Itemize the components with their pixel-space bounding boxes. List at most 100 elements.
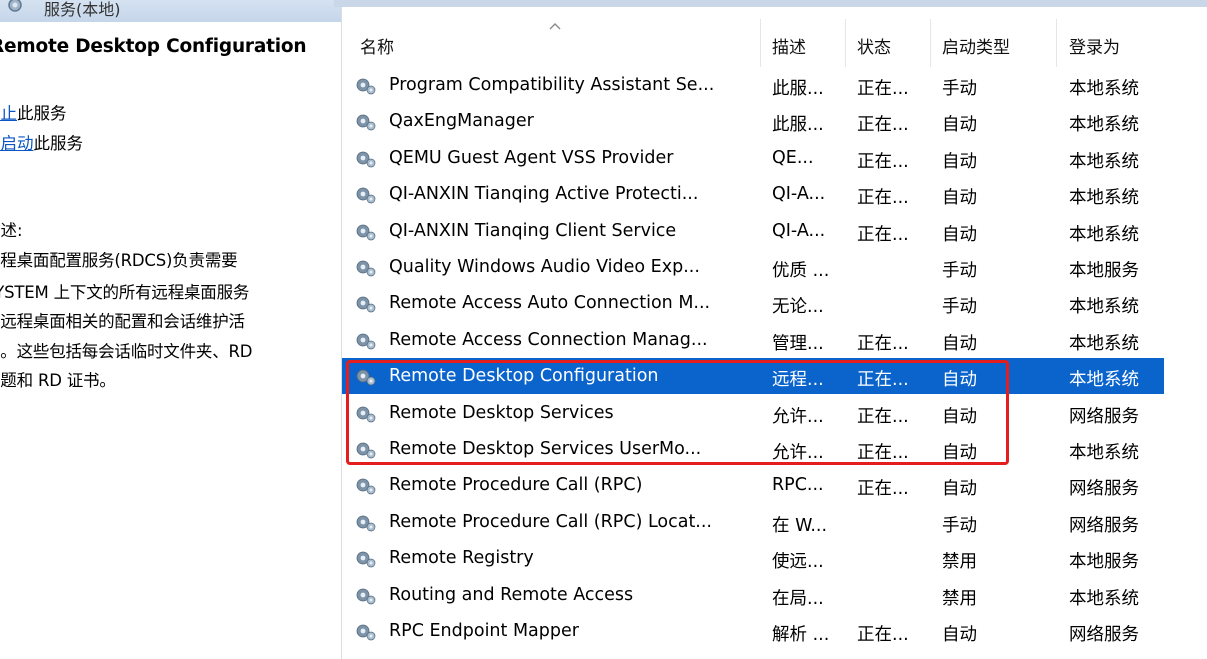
service-row[interactable]: Routing and Remote Access 在局... 禁用 本地系统 <box>342 577 1164 613</box>
service-status: 正在... <box>857 79 909 99</box>
service-description: 使远... <box>772 552 824 573</box>
restart-service-link[interactable]: 重启动 <box>0 134 34 153</box>
pane-header-title: 服务(本地) <box>44 0 121 19</box>
service-name: Remote Procedure Call (RPC) <box>389 475 643 496</box>
service-row[interactable]: QI-ANXIN Tianqing Active Protecti... QI-A… <box>342 176 1164 212</box>
service-log-on-as: 本地系统 <box>1069 115 1139 136</box>
service-name: QEMU Guest Agent VSS Provider <box>389 147 674 168</box>
service-startup-type: 手动 <box>942 297 977 318</box>
service-row[interactable]: RPC Endpoint Mapper 解析 ... 正在... 自动 网络服务 <box>342 613 1164 649</box>
column-header-description[interactable]: 描述 <box>772 33 806 58</box>
column-divider[interactable] <box>1056 19 1057 67</box>
service-status: 正在... <box>857 151 909 172</box>
service-description: 在局... <box>772 588 824 609</box>
service-name: QI-ANXIN Tianqing Client Service <box>389 220 677 241</box>
service-log-on-as: 本地系统 <box>1069 188 1139 209</box>
sort-ascending-icon <box>549 23 561 30</box>
gear-icon <box>355 258 377 278</box>
column-divider[interactable] <box>930 19 931 67</box>
service-row[interactable]: QaxEngManager 此服... 正在... 自动 本地系统 <box>342 103 1164 139</box>
service-row[interactable]: QEMU Guest Agent VSS Provider QE... 正在... 自… <box>342 140 1164 176</box>
service-status: 正在... <box>857 333 909 354</box>
service-description: 此服... <box>772 115 824 136</box>
service-status: 正在... <box>857 370 909 391</box>
service-description: QI-A... <box>772 184 826 205</box>
service-description: QE... <box>772 147 814 168</box>
services-list[interactable]: 名称 描述 状态 启动类型 登录为 Program Compatibility … <box>342 7 1207 659</box>
gear-icon <box>355 513 377 533</box>
column-header-log-on-as[interactable]: 登录为 <box>1069 33 1120 58</box>
service-row[interactable]: Remote Procedure Call (RPC) Locat... 在 W.… <box>342 504 1164 540</box>
list-header: 名称 描述 状态 启动类型 登录为 <box>342 7 1207 67</box>
service-row[interactable]: Remote Desktop Services 允许... 正在... 自动 网络服务 <box>342 395 1164 431</box>
selected-service-title: Remote Desktop Configuration <box>0 36 307 57</box>
service-row[interactable]: Remote Desktop Services UserMo... 允许... 正在… <box>342 431 1164 467</box>
service-status: 正在... <box>857 625 909 645</box>
column-header-startup-type[interactable]: 启动类型 <box>942 33 1010 58</box>
service-status: 正在... <box>857 188 909 209</box>
stop-service-action: 停止此服务 <box>0 100 67 124</box>
service-name: QaxEngManager <box>389 111 534 132</box>
service-description: 远程... <box>772 370 824 391</box>
description-heading: 描述: <box>0 221 23 240</box>
service-status: 正在... <box>857 479 909 500</box>
service-description: 优质 ... <box>772 261 830 281</box>
service-log-on-as: 本地服务 <box>1069 552 1139 573</box>
service-name: Remote Desktop Services UserMo... <box>389 439 702 459</box>
service-name: Remote Access Connection Manag... <box>389 329 708 350</box>
service-status: 正在... <box>857 115 909 136</box>
service-row[interactable]: Quality Windows Audio Video Exp... 优质 ...… <box>342 249 1164 285</box>
gear-icon <box>355 294 377 314</box>
restart-service-action: 重启动此服务 <box>0 130 83 154</box>
service-description: 在 W... <box>772 515 828 536</box>
service-description: 解析 ... <box>772 625 830 645</box>
service-startup-type: 自动 <box>942 151 977 172</box>
list-top-border <box>334 0 1207 7</box>
column-divider[interactable] <box>760 19 761 67</box>
service-startup-type: 自动 <box>942 625 977 645</box>
gear-icon <box>355 149 377 169</box>
gear-icon <box>355 367 377 387</box>
service-row[interactable]: Remote Access Connection Manag... 管理... 正在… <box>342 322 1164 358</box>
service-startup-type: 自动 <box>942 479 977 500</box>
service-log-on-as: 本地系统 <box>1069 370 1139 391</box>
service-log-on-as: 本地系统 <box>1069 443 1139 463</box>
description-line: 远程桌面配置服务(RDCS)负责需要 <box>0 251 238 270</box>
service-row[interactable]: Remote Registry 使远... 禁用 本地服务 <box>342 540 1164 576</box>
service-row[interactable]: Remote Procedure Call (RPC) RPC... 正在... 自动… <box>342 467 1164 503</box>
gear-icon <box>355 331 377 351</box>
stop-service-link[interactable]: 停止 <box>0 104 17 123</box>
service-name: Remote Procedure Call (RPC) Locat... <box>389 511 712 532</box>
gear-icon <box>355 586 377 606</box>
service-log-on-as: 本地系统 <box>1069 79 1139 99</box>
service-startup-type: 自动 <box>942 406 977 427</box>
column-divider[interactable] <box>845 19 846 67</box>
description-line: 动。这些包括每会话临时文件夹、RD <box>0 342 253 361</box>
service-startup-type: 手动 <box>942 261 977 281</box>
service-name: Remote Desktop Configuration <box>389 366 659 387</box>
column-header-status[interactable]: 状态 <box>857 33 891 58</box>
service-name: Quality Windows Audio Video Exp... <box>389 257 700 277</box>
service-row[interactable]: QI-ANXIN Tianqing Client Service QI-A... 正… <box>342 213 1164 249</box>
service-startup-type: 禁用 <box>942 552 977 573</box>
stop-service-suffix: 此服务 <box>17 104 67 123</box>
service-log-on-as: 本地系统 <box>1069 333 1139 354</box>
service-description: QI-A... <box>772 220 826 241</box>
service-name: Remote Registry <box>389 548 534 569</box>
service-row[interactable]: Program Compatibility Assistant Se... 此服.… <box>342 67 1164 103</box>
service-name: Remote Desktop Services <box>389 402 614 423</box>
service-startup-type: 自动 <box>942 443 977 463</box>
description-line: 主题和 RD 证书。 <box>0 371 116 390</box>
service-row[interactable]: Remote Access Auto Connection M... 无论... 手… <box>342 285 1164 321</box>
service-row[interactable]: Remote Desktop Configuration 远程... 正在... 自动… <box>342 358 1164 395</box>
service-log-on-as: 网络服务 <box>1069 515 1139 536</box>
column-header-name[interactable]: 名称 <box>360 33 394 58</box>
service-log-on-as: 本地系统 <box>1069 151 1139 172</box>
service-name: Remote Access Auto Connection M... <box>389 293 711 314</box>
service-log-on-as: 网络服务 <box>1069 406 1139 427</box>
service-description: 此服... <box>772 79 824 99</box>
service-name: QI-ANXIN Tianqing Active Protecti... <box>389 184 699 205</box>
service-description: RPC... <box>772 475 824 496</box>
service-log-on-as: 本地系统 <box>1069 588 1139 609</box>
gear-icon <box>355 549 377 569</box>
